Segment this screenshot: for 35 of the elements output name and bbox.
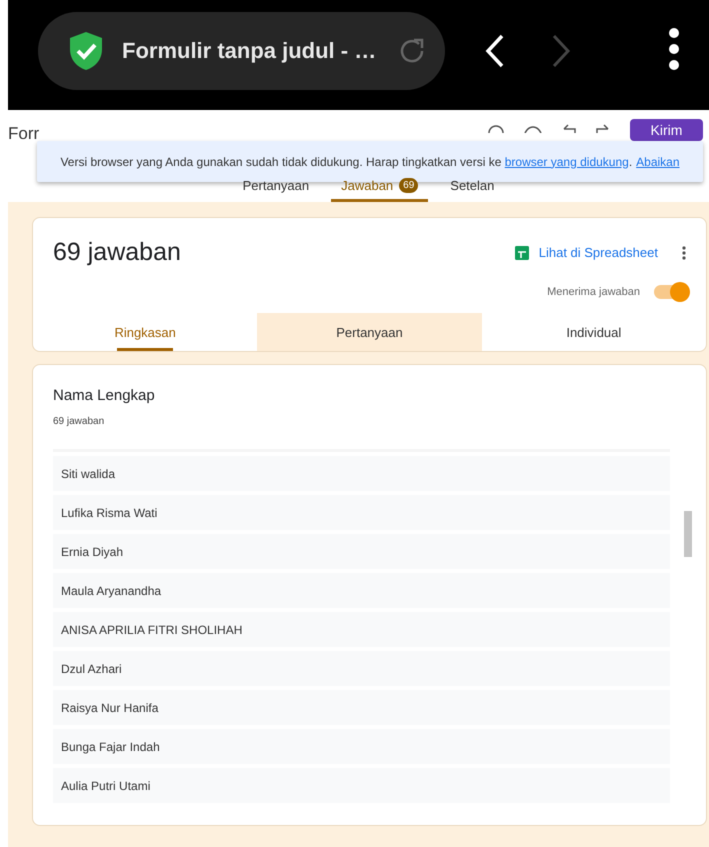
- summary-tab[interactable]: Individual: [482, 313, 706, 351]
- form-title: Forr: [8, 124, 40, 144]
- shield-check-icon: [68, 31, 104, 71]
- answer-row: Dzul Azhari: [53, 651, 670, 686]
- back-icon[interactable]: [485, 33, 505, 69]
- supported-browser-link[interactable]: browser yang didukung: [504, 154, 629, 168]
- undo-icon[interactable]: [562, 123, 576, 133]
- answer-count: 69 jawaban: [53, 416, 106, 427]
- count-badge: 69: [399, 178, 418, 193]
- banner-message: Versi browser yang Anda gunakan sudah tidak didukung. Harap tingkatkan versi ke browser yang didukung.: [60, 154, 632, 168]
- question-title: Nama Lengkap: [53, 387, 156, 404]
- sheets-icon: [514, 246, 529, 260]
- accepting-responses-label: Menerima jawaban: [547, 286, 640, 298]
- spreadsheet-link[interactable]: Lihat di Spreadsheet: [514, 245, 658, 260]
- dismiss-link[interactable]: Abaikan: [636, 154, 680, 168]
- answer-row: ANISA APRILIA FITRI SHOLIHAH: [53, 612, 670, 647]
- answer-row: Maula Aryanandha: [53, 573, 670, 608]
- page-title: Formulir tanpa judul - …: [122, 38, 378, 64]
- address-bar[interactable]: Formulir tanpa judul - …: [38, 12, 445, 90]
- answer-row: Siti walida: [53, 456, 670, 491]
- answer-row: Bunga Fajar Indah: [53, 729, 670, 764]
- answer-row: Lufika Risma Wati: [53, 495, 670, 530]
- response-count: 69 jawaban: [53, 238, 182, 267]
- more-icon[interactable]: [682, 246, 686, 260]
- scrollbar[interactable]: [684, 511, 692, 557]
- answer-row: Raisya Nur Hanifa: [53, 690, 670, 725]
- answer-row: Aulia Putri Utami: [53, 768, 670, 803]
- redo-icon[interactable]: [596, 123, 610, 133]
- answer-row: Ernia Diyah: [53, 534, 670, 569]
- send-button[interactable]: Kirim: [630, 119, 703, 141]
- tab[interactable]: Pertanyaan: [232, 174, 320, 202]
- summary-tab[interactable]: Pertanyaan: [257, 313, 482, 351]
- tab[interactable]: Setelan: [440, 174, 504, 202]
- more-icon[interactable]: [669, 28, 679, 70]
- summary-tab[interactable]: Ringkasan: [33, 313, 258, 351]
